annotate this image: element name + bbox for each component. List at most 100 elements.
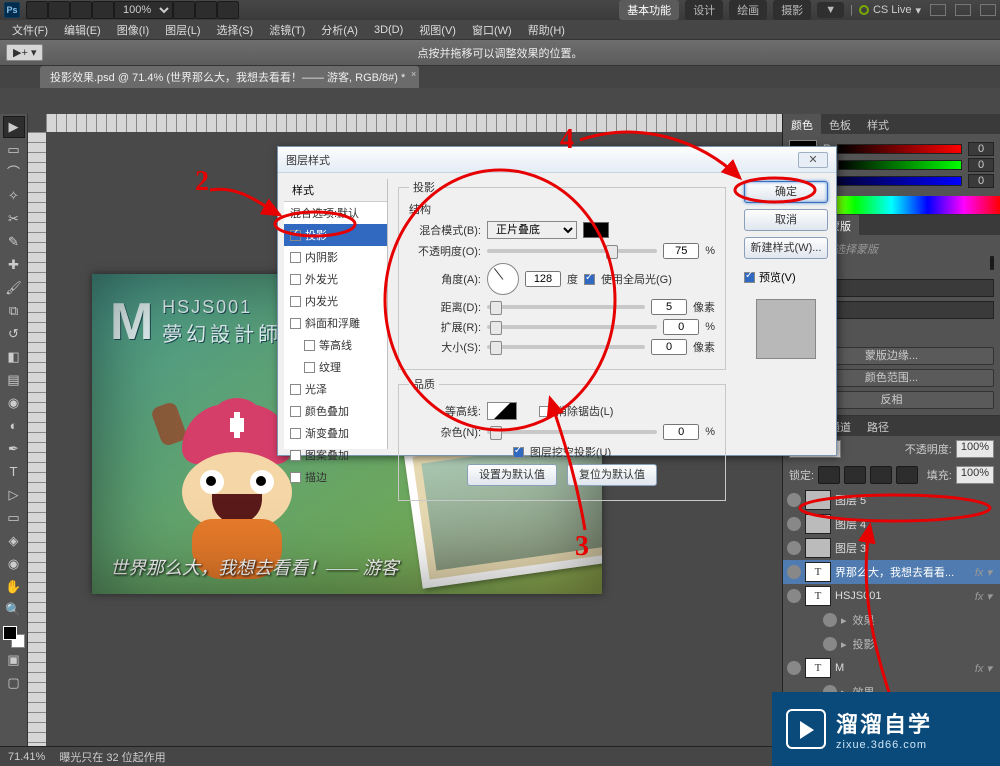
global-light-checkbox[interactable]: [584, 274, 595, 285]
close-icon[interactable]: ×: [411, 69, 416, 79]
shadow-color[interactable]: [583, 222, 609, 238]
visibility-icon[interactable]: [823, 637, 837, 651]
layer-row[interactable]: THSJS001fx ▾: [783, 584, 1000, 608]
stamp-tool[interactable]: ⧉: [3, 300, 25, 322]
eraser-tool[interactable]: ◧: [3, 346, 25, 368]
tab-styles[interactable]: 样式: [859, 114, 897, 134]
titlebar-button[interactable]: [92, 1, 114, 19]
lock-pos-btn[interactable]: [870, 466, 892, 484]
distance-slider[interactable]: [487, 305, 645, 309]
tab-paths[interactable]: 路径: [859, 416, 897, 436]
workspace-more[interactable]: ▼: [817, 2, 844, 18]
gradient-tool[interactable]: ▤: [3, 369, 25, 391]
opacity-input[interactable]: 100%: [956, 440, 994, 458]
zoom-tool[interactable]: 🔍: [3, 599, 25, 621]
titlebar-button[interactable]: [217, 1, 239, 19]
history-brush-tool[interactable]: ↺: [3, 323, 25, 345]
set-default-button[interactable]: 设置为默认值: [467, 464, 557, 486]
layer-row[interactable]: TMfx ▾: [783, 656, 1000, 680]
style-inner-glow[interactable]: 内发光: [284, 290, 387, 312]
workspace-photo[interactable]: 摄影: [773, 0, 811, 20]
green-value[interactable]: 0: [968, 158, 994, 172]
color-swatch[interactable]: [3, 626, 25, 648]
noise-value[interactable]: [663, 424, 699, 440]
menu-filter[interactable]: 滤镜(T): [263, 20, 311, 40]
menu-select[interactable]: 选择(S): [211, 20, 260, 40]
knockout-checkbox[interactable]: [513, 447, 524, 458]
blue-value[interactable]: 0: [968, 174, 994, 188]
wand-tool[interactable]: ✧: [3, 185, 25, 207]
style-gradient-overlay[interactable]: 渐变叠加: [284, 422, 387, 444]
menu-help[interactable]: 帮助(H): [522, 20, 571, 40]
style-color-overlay[interactable]: 颜色叠加: [284, 400, 387, 422]
layer-row[interactable]: 图层 4: [783, 512, 1000, 536]
ok-button[interactable]: 确定: [744, 181, 828, 203]
visibility-icon[interactable]: [787, 493, 801, 507]
angle-dial[interactable]: [487, 263, 519, 295]
lock-pixel-btn[interactable]: [844, 466, 866, 484]
style-satin[interactable]: 光泽: [284, 378, 387, 400]
type-tool[interactable]: T: [3, 461, 25, 483]
reset-default-button[interactable]: 复位为默认值: [567, 464, 657, 486]
3d-tool[interactable]: ◈: [3, 530, 25, 552]
lock-all-btn[interactable]: [896, 466, 918, 484]
style-inner-shadow[interactable]: 内阴影: [284, 246, 387, 268]
dialog-titlebar[interactable]: 图层样式 ✕: [278, 147, 836, 173]
menu-layer[interactable]: 图层(L): [159, 20, 206, 40]
fill-input[interactable]: 100%: [956, 466, 994, 484]
titlebar-button[interactable]: [26, 1, 48, 19]
distance-value[interactable]: [651, 299, 687, 315]
new-style-button[interactable]: 新建样式(W)...: [744, 237, 828, 259]
style-drop-shadow[interactable]: 投影: [284, 224, 387, 246]
titlebar-button[interactable]: [70, 1, 92, 19]
visibility-icon[interactable]: [787, 565, 801, 579]
path-tool[interactable]: ▷: [3, 484, 25, 506]
spread-slider[interactable]: [487, 325, 657, 329]
cslive-button[interactable]: CS Live: [873, 4, 912, 16]
style-outer-glow[interactable]: 外发光: [284, 268, 387, 290]
quickmask-tool[interactable]: ▣: [3, 649, 25, 671]
shape-tool[interactable]: ▭: [3, 507, 25, 529]
max-button[interactable]: [955, 4, 971, 16]
menu-file[interactable]: 文件(F): [6, 20, 54, 40]
visibility-icon[interactable]: [787, 541, 801, 555]
menu-image[interactable]: 图像(I): [111, 20, 155, 40]
menu-3d[interactable]: 3D(D): [368, 22, 409, 38]
red-slider[interactable]: [837, 144, 962, 154]
lasso-tool[interactable]: ⌒: [3, 162, 25, 184]
layer-row[interactable]: 图层 5: [783, 488, 1000, 512]
layer-row[interactable]: 图层 3: [783, 536, 1000, 560]
dodge-tool[interactable]: ◐: [3, 415, 25, 437]
style-pattern-overlay[interactable]: 图案叠加: [284, 444, 387, 466]
visibility-icon[interactable]: [787, 517, 801, 531]
menu-view[interactable]: 视图(V): [413, 20, 462, 40]
layer-row[interactable]: ▸效果: [783, 608, 1000, 632]
feather-input[interactable]: [815, 301, 994, 319]
opacity-slider[interactable]: [487, 249, 657, 253]
dialog-close-button[interactable]: ✕: [798, 152, 828, 168]
opacity-value[interactable]: [663, 243, 699, 259]
blend-default-item[interactable]: 混合选项:默认: [284, 202, 387, 224]
close-button[interactable]: [980, 4, 996, 16]
style-bevel[interactable]: 斜面和浮雕: [284, 312, 387, 334]
titlebar-button[interactable]: [173, 1, 195, 19]
density-input[interactable]: [815, 279, 994, 297]
workspace-design[interactable]: 设计: [685, 0, 723, 20]
vector-mask-btn[interactable]: [992, 256, 994, 270]
blur-tool[interactable]: ◉: [3, 392, 25, 414]
noise-slider[interactable]: [487, 430, 657, 434]
move-tool[interactable]: ▶: [3, 116, 25, 138]
style-stroke[interactable]: 描边: [284, 466, 387, 488]
titlebar-button[interactable]: [195, 1, 217, 19]
angle-value[interactable]: [525, 271, 561, 287]
contour-picker[interactable]: [487, 402, 517, 420]
hand-tool[interactable]: ✋: [3, 576, 25, 598]
preview-checkbox[interactable]: [744, 272, 755, 283]
3d-cam-tool[interactable]: ◉: [3, 553, 25, 575]
titlebar-button[interactable]: [48, 1, 70, 19]
workspace-basic[interactable]: 基本功能: [619, 0, 679, 20]
menu-analysis[interactable]: 分析(A): [315, 20, 364, 40]
tab-swatches[interactable]: 色板: [821, 114, 859, 134]
menu-edit[interactable]: 编辑(E): [58, 20, 107, 40]
screenmode-tool[interactable]: ▢: [3, 672, 25, 694]
